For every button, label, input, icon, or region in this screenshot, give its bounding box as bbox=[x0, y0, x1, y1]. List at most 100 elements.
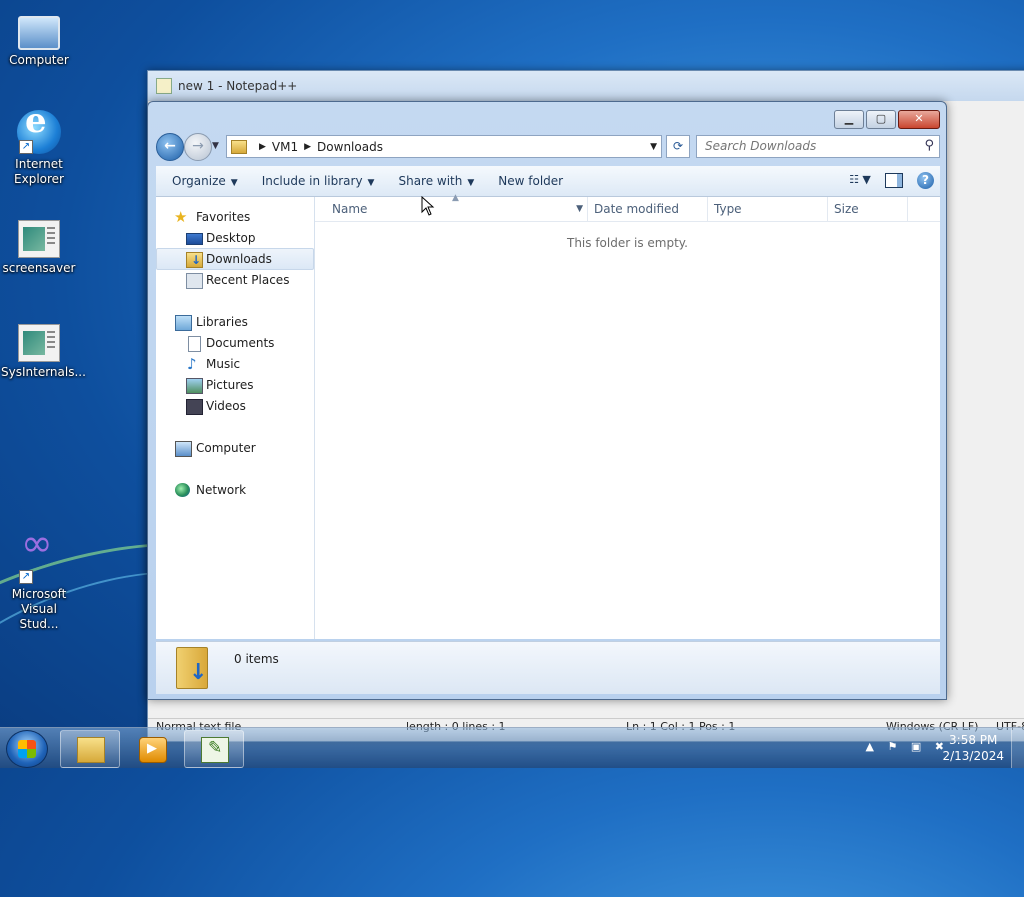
desktop-icon-label: screensaver bbox=[2, 261, 76, 275]
item-count: 0 items bbox=[234, 652, 279, 666]
chevron-down-icon: ▼ bbox=[467, 178, 475, 188]
nav-item-videos[interactable]: Videos bbox=[156, 396, 312, 416]
action-center-flag-icon[interactable]: ⚑ bbox=[888, 740, 898, 753]
nav-item-pictures[interactable]: Pictures bbox=[156, 375, 312, 395]
show-desktop-button[interactable] bbox=[1011, 728, 1024, 768]
start-button[interactable] bbox=[6, 730, 48, 768]
breadcrumb-downloads[interactable]: Downloads bbox=[317, 140, 383, 154]
window-caption-buttons: ▁ ▢ ✕ bbox=[832, 110, 940, 129]
taskbar-button-media-player[interactable] bbox=[122, 730, 182, 768]
close-button[interactable]: ✕ bbox=[898, 110, 940, 129]
search-icon[interactable]: ⚲ bbox=[924, 138, 934, 153]
file-list[interactable]: ▲ Name ▼ Date modified Type Size This fo… bbox=[315, 193, 940, 639]
help-button[interactable]: ? bbox=[917, 171, 934, 189]
explorer-folder-icon bbox=[77, 737, 105, 763]
column-name-label: Name bbox=[332, 202, 368, 216]
taskbar-button-notepad[interactable] bbox=[184, 730, 244, 768]
search-input[interactable] bbox=[697, 136, 910, 155]
nav-label: Favorites bbox=[196, 210, 251, 224]
back-button[interactable]: ← bbox=[156, 133, 184, 161]
nav-item-recent-places[interactable]: Recent Places bbox=[156, 270, 312, 290]
command-bar-right: ☷ ▼ ? bbox=[843, 169, 934, 191]
command-bar: Organize ▼ Include in library ▼ Share with… bbox=[156, 166, 940, 197]
desktop-icon-sysinternals[interactable]: SysInternals... bbox=[1, 320, 86, 380]
nav-item-music[interactable]: ♪ Music bbox=[156, 354, 312, 374]
nav-item-favorites[interactable]: ★ Favorites bbox=[156, 207, 312, 227]
new-folder-button[interactable]: New folder bbox=[490, 169, 571, 193]
nav-item-downloads[interactable]: Downloads bbox=[156, 248, 314, 270]
notepad-title: new 1 - Notepad++ bbox=[178, 79, 298, 93]
nav-item-network[interactable]: Network bbox=[156, 480, 312, 500]
column-header-type[interactable]: Type bbox=[708, 197, 828, 221]
column-size-label: Size bbox=[834, 202, 859, 216]
breadcrumb-chevron-icon[interactable]: ▶ bbox=[259, 142, 266, 152]
show-hidden-icons-icon[interactable]: ▲ bbox=[866, 740, 874, 753]
clock-date: 2/13/2024 bbox=[942, 749, 1004, 763]
address-bar[interactable]: ▶ VM1 ▶ Downloads ▼ bbox=[226, 135, 662, 158]
chevron-down-icon: ▼ bbox=[367, 178, 375, 188]
music-icon: ♪ bbox=[187, 355, 197, 373]
notepad-title-bar[interactable]: new 1 - Notepad++ bbox=[148, 71, 1024, 101]
search-box[interactable]: ⚲ bbox=[696, 135, 940, 158]
sysinternals-file-icon bbox=[18, 324, 60, 362]
desktop-icon bbox=[186, 233, 203, 245]
recent-places-icon bbox=[186, 273, 203, 289]
taskbar: ▲ ⚑ ▣ ✖ 3:58 PM 2/13/2024 bbox=[0, 727, 1024, 768]
computer-icon bbox=[175, 441, 192, 457]
empty-folder-message: This folder is empty. bbox=[567, 236, 688, 250]
nav-label: Music bbox=[206, 357, 241, 371]
nav-label: Network bbox=[196, 483, 247, 497]
libraries-icon bbox=[175, 315, 192, 331]
chevron-down-icon: ▼ bbox=[230, 178, 238, 188]
share-with-button[interactable]: Share with ▼ bbox=[390, 169, 482, 193]
folder-icon bbox=[231, 139, 247, 154]
desktop-icon-visual-studio[interactable]: ↗ Microsoft Visual Stud... bbox=[1, 536, 77, 632]
breadcrumb-chevron-icon[interactable]: ▶ bbox=[304, 142, 311, 152]
visual-studio-icon: ↗ bbox=[17, 536, 61, 584]
column-header-size[interactable]: Size bbox=[828, 197, 908, 221]
network-status-icon[interactable]: ▣ bbox=[911, 740, 921, 753]
taskbar-button-explorer[interactable] bbox=[60, 730, 120, 768]
navigation-bar: ← → ▼ ▶ VM1 ▶ Downloads ▼ ⟳ ⚲ bbox=[156, 133, 940, 161]
system-tray: ▲ ⚑ ▣ ✖ bbox=[856, 740, 944, 753]
column-header-name[interactable]: Name ▼ bbox=[320, 197, 588, 221]
explorer-window[interactable]: ▁ ▢ ✕ ← → ▼ ▶ VM1 ▶ Downloads ▼ ⟳ ⚲ Orga… bbox=[147, 101, 947, 700]
notepad-app-icon bbox=[156, 78, 172, 94]
change-view-button[interactable]: ☷ ▼ bbox=[843, 169, 877, 191]
desktop-icon-internet-explorer[interactable]: e ↗ Internet Explorer bbox=[1, 104, 77, 187]
recent-pages-dropdown[interactable]: ▼ bbox=[212, 141, 219, 151]
address-history-dropdown[interactable]: ▼ bbox=[650, 142, 657, 152]
column-date-label: Date modified bbox=[594, 202, 680, 216]
breadcrumb-vm1[interactable]: VM1 bbox=[272, 140, 298, 154]
organize-button[interactable]: Organize ▼ bbox=[164, 169, 246, 193]
desktop-icon-label: SysInternals... bbox=[1, 365, 86, 379]
star-icon: ★ bbox=[174, 208, 188, 226]
videos-icon bbox=[186, 399, 203, 415]
preview-pane-button[interactable] bbox=[885, 172, 903, 188]
nav-item-desktop[interactable]: Desktop bbox=[156, 228, 312, 248]
new-folder-label: New folder bbox=[498, 174, 564, 188]
maximize-button[interactable]: ▢ bbox=[866, 110, 896, 129]
column-headers: ▲ Name ▼ Date modified Type Size bbox=[315, 193, 940, 222]
column-header-date-modified[interactable]: Date modified bbox=[588, 197, 708, 221]
desktop-icon-screensaver[interactable]: screensaver bbox=[1, 216, 77, 276]
minimize-button[interactable]: ▁ bbox=[834, 110, 864, 129]
chevron-down-icon[interactable]: ▼ bbox=[576, 197, 583, 221]
forward-button[interactable]: → bbox=[184, 133, 212, 161]
shortcut-arrow-icon: ↗ bbox=[19, 140, 33, 154]
share-label: Share with bbox=[398, 174, 463, 188]
nav-label: Videos bbox=[206, 399, 246, 413]
refresh-button[interactable]: ⟳ bbox=[666, 135, 690, 158]
nav-label: Downloads bbox=[206, 252, 272, 266]
media-player-icon bbox=[139, 737, 167, 763]
nav-item-computer[interactable]: Computer bbox=[156, 438, 312, 458]
desktop-icon-computer[interactable]: Computer bbox=[1, 10, 77, 68]
nav-label: Recent Places bbox=[206, 273, 290, 287]
shortcut-arrow-icon: ↗ bbox=[19, 570, 33, 584]
clock[interactable]: 3:58 PM 2/13/2024 bbox=[942, 732, 1004, 764]
nav-item-documents[interactable]: Documents bbox=[156, 333, 312, 353]
documents-icon bbox=[188, 336, 201, 352]
nav-item-libraries[interactable]: Libraries bbox=[156, 312, 312, 332]
downloads-folder-icon bbox=[176, 647, 208, 689]
include-in-library-button[interactable]: Include in library ▼ bbox=[254, 169, 383, 193]
